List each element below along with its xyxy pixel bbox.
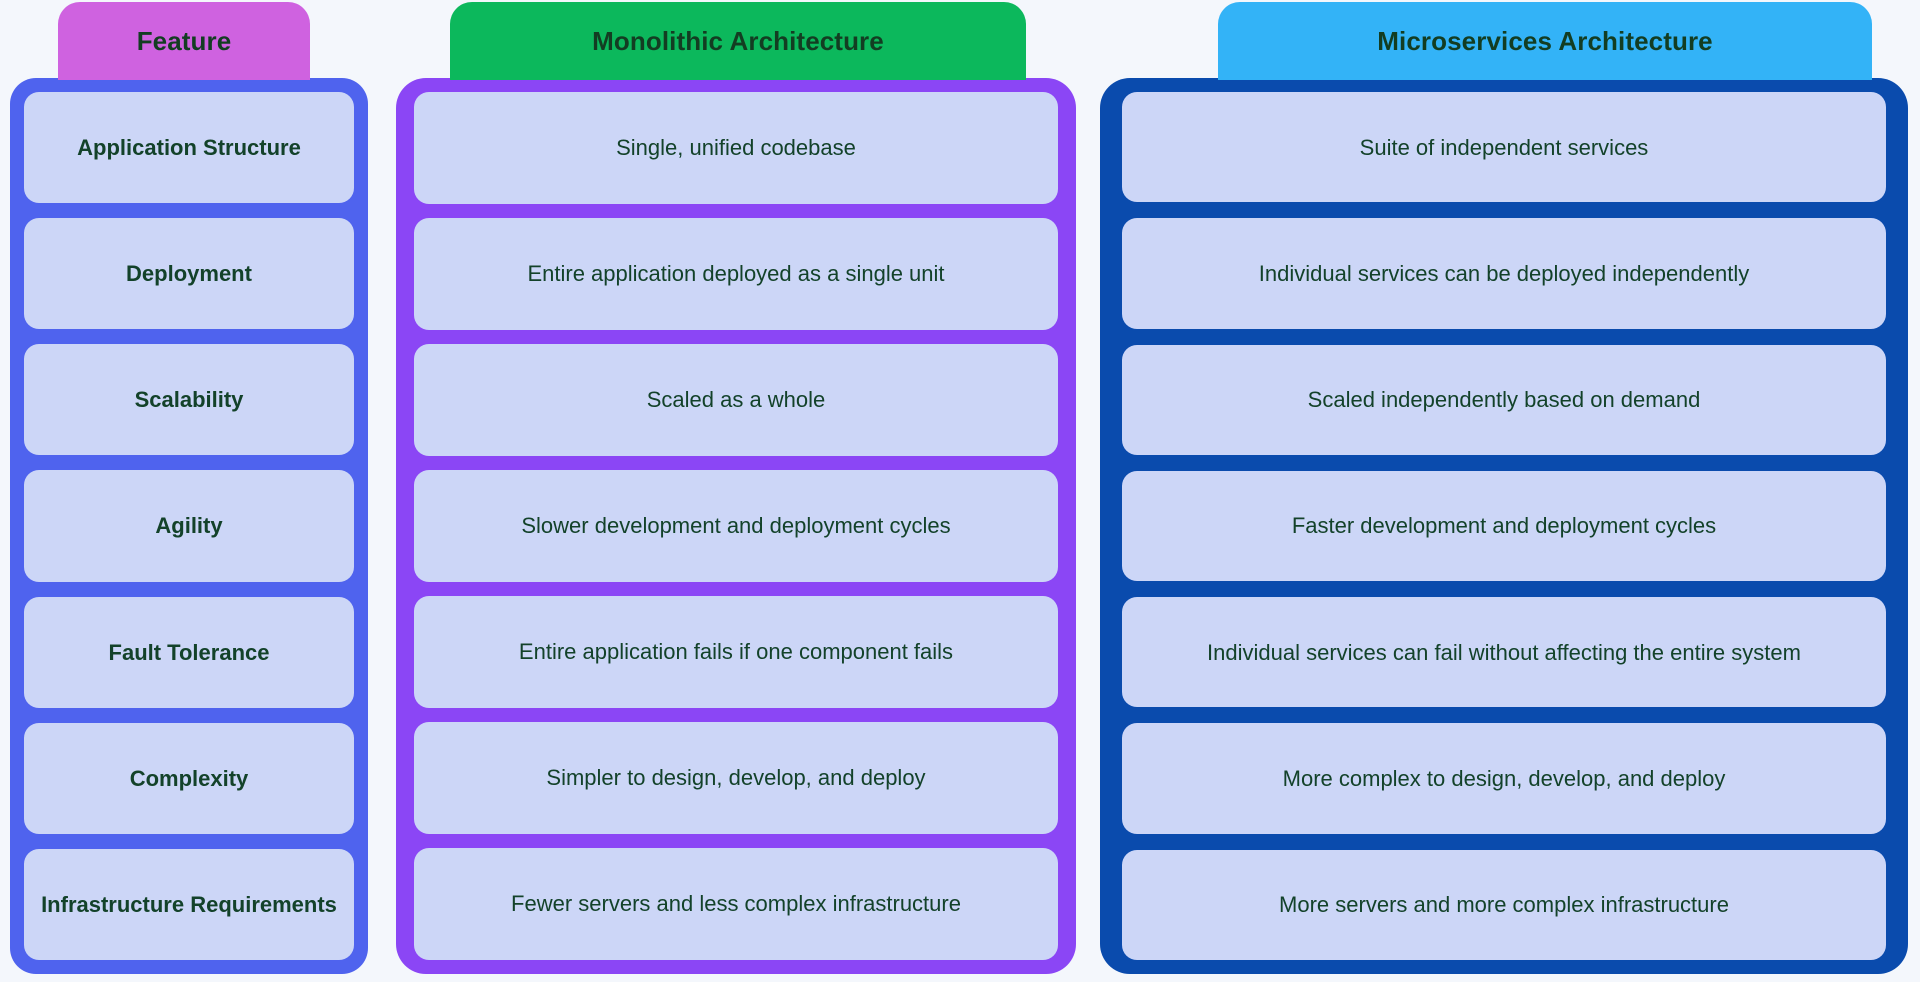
monolithic-cell-label: Entire application deployed as a single … [527, 261, 945, 287]
monolithic-cell-label: Scaled as a whole [646, 387, 826, 413]
feature-cell-label: Application Structure [77, 135, 301, 161]
microservices-cell: Individual services can be deployed inde… [1122, 218, 1886, 329]
column-microservices: Suite of independent services Individual… [1100, 78, 1908, 974]
feature-cell: Scalability [24, 344, 354, 456]
monolithic-cell: Scaled as a whole [414, 344, 1058, 456]
column-header-feature-label: Feature [136, 25, 232, 56]
feature-cell-label: Fault Tolerance [108, 639, 270, 665]
monolithic-cell-label: Slower development and deployment cycles [521, 513, 951, 539]
microservices-cell-label: More servers and more complex infrastruc… [1279, 892, 1729, 918]
feature-cell-label: Complexity [129, 765, 249, 791]
monolithic-cell: Simpler to design, develop, and deploy [414, 722, 1058, 834]
microservices-cell: Individual services can fail without aff… [1122, 597, 1886, 708]
column-feature: Application Structure Deployment Scalabi… [10, 78, 368, 974]
microservices-cell-label: Suite of independent services [1359, 134, 1649, 160]
feature-cell: Infrastructure Requirements [24, 848, 354, 960]
microservices-cell-label: Individual services can fail without aff… [1207, 639, 1801, 665]
feature-cell: Complexity [24, 722, 354, 834]
monolithic-cell-label: Entire application fails if one componen… [518, 639, 954, 665]
feature-cell-label: Deployment [126, 261, 252, 287]
feature-cell-label: Agility [155, 513, 223, 539]
monolithic-cell-label: Fewer servers and less complex infrastru… [511, 891, 961, 917]
monolithic-cell-label: Simpler to design, develop, and deploy [546, 765, 926, 791]
column-monolithic: Single, unified codebase Entire applicat… [396, 78, 1076, 974]
monolithic-cell: Single, unified codebase [414, 92, 1058, 204]
feature-cell: Fault Tolerance [24, 596, 354, 708]
monolithic-cell: Fewer servers and less complex infrastru… [414, 848, 1058, 960]
microservices-cell-label: Scaled independently based on demand [1307, 387, 1701, 413]
feature-cell-label: Scalability [134, 387, 244, 413]
microservices-cell-label: More complex to design, develop, and dep… [1282, 766, 1726, 792]
microservices-cell-label: Individual services can be deployed inde… [1258, 260, 1750, 286]
column-header-feature: Feature [58, 2, 310, 80]
feature-cell: Agility [24, 470, 354, 582]
monolithic-cell-label: Single, unified codebase [616, 135, 856, 161]
feature-cell-label: Infrastructure Requirements [41, 891, 337, 917]
microservices-cell-label: Faster development and deployment cycles [1291, 513, 1717, 539]
monolithic-cell: Entire application fails if one componen… [414, 596, 1058, 708]
monolithic-cell: Entire application deployed as a single … [414, 218, 1058, 330]
column-header-microservices-label: Microservices Architecture [1377, 25, 1713, 56]
microservices-cell: Suite of independent services [1122, 92, 1886, 203]
feature-cell: Deployment [24, 218, 354, 330]
column-header-monolithic: Monolithic Architecture [450, 2, 1026, 80]
column-header-monolithic-label: Monolithic Architecture [592, 25, 884, 56]
monolithic-cell: Slower development and deployment cycles [414, 470, 1058, 582]
microservices-cell: Faster development and deployment cycles [1122, 470, 1886, 582]
microservices-cell: More servers and more complex infrastruc… [1122, 849, 1886, 960]
microservices-cell: Scaled independently based on demand [1122, 344, 1886, 455]
feature-cell: Application Structure [24, 92, 354, 204]
comparison-table: Feature Monolithic Architecture Microser… [0, 0, 1920, 982]
column-header-microservices: Microservices Architecture [1218, 2, 1872, 80]
microservices-cell: More complex to design, develop, and dep… [1122, 723, 1886, 834]
